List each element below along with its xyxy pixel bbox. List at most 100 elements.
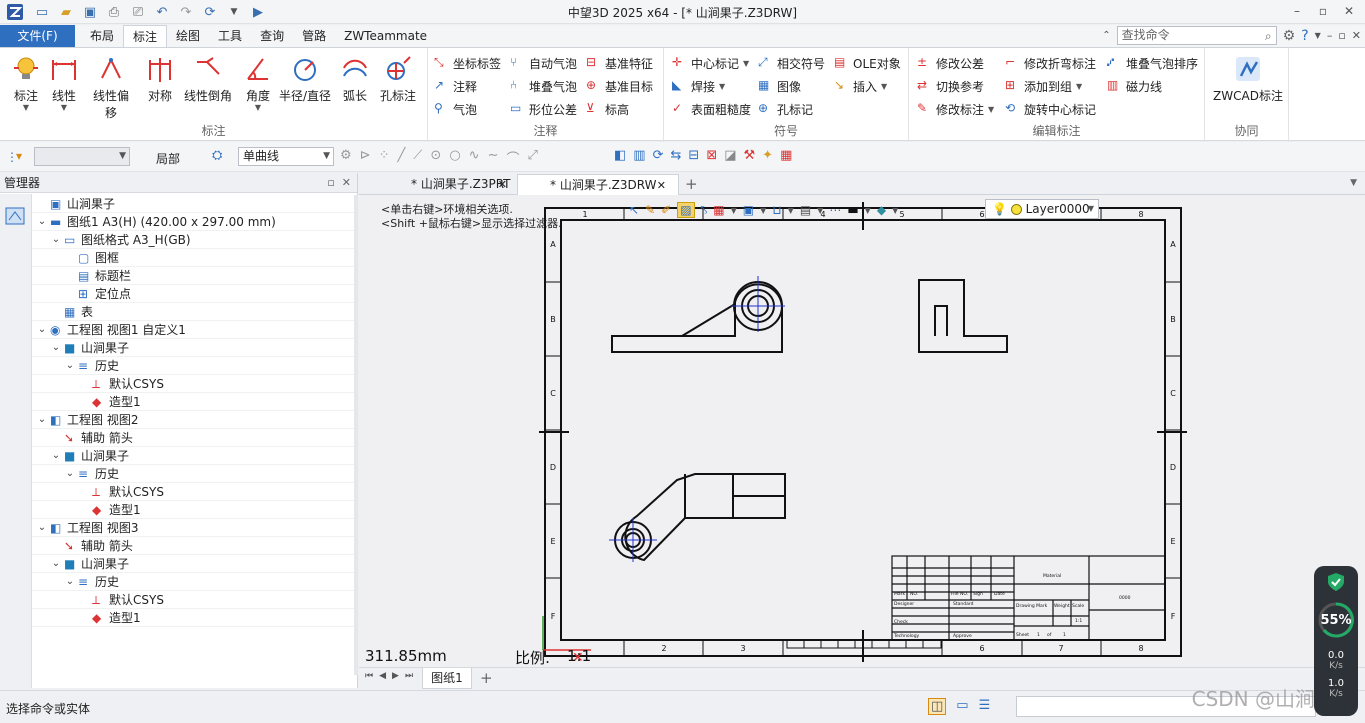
tab-drawing-file[interactable]: * 山涧果子.Z3DRW ✕ — [517, 174, 679, 195]
intersection-symbol-button[interactable]: ⤢ 相交符号 — [758, 53, 825, 73]
snap-curve-icon[interactable]: ∼ — [488, 148, 499, 167]
snap-circle-icon[interactable]: ○ — [449, 148, 460, 167]
image-button[interactable]: ▦ 图像 — [758, 76, 801, 96]
line-weight-icon[interactable]: ▬ — [847, 203, 858, 217]
rotate-center-mark-button[interactable]: ⟲ 旋转中心标记 — [1005, 99, 1096, 119]
tool-dropdown-icon[interactable]: ▼ — [892, 206, 898, 215]
table-tool-icon[interactable]: ▦ — [713, 203, 724, 217]
tree-node[interactable]: ▦ 表 — [32, 303, 356, 321]
modify-tolerance-button[interactable]: ± 修改公差 — [917, 53, 984, 73]
help-dropdown-icon[interactable]: ▼ — [1315, 31, 1321, 40]
tab-draw[interactable]: 绘图 — [167, 25, 209, 47]
dimension-tool-icon[interactable]: ⊔ — [772, 203, 781, 217]
close-icon[interactable]: ✕ — [498, 174, 507, 195]
tool-dropdown-icon[interactable]: ▼ — [760, 206, 766, 215]
tree-node[interactable]: ⌄ ◉ 工程图 视图1 自定义1 — [32, 321, 356, 339]
close-icon[interactable]: ✕ — [657, 175, 666, 196]
view-section-icon[interactable]: ▥ — [633, 148, 645, 163]
tree-node[interactable]: ⟂ 默认CSYS — [32, 375, 356, 393]
linear-button[interactable]: 线性 ▼ — [42, 52, 86, 112]
chevron-down-icon[interactable]: ⌄ — [50, 339, 62, 357]
tree-node[interactable]: ⌄ ≡ 历史 — [32, 573, 356, 591]
layer-combo[interactable]: 💡 Layer0000 ▼ — [985, 199, 1099, 219]
drawing-canvas[interactable]: <单击右键>环境相关选项. <Shift +鼠标右键>显示选择过滤器. 1 4 … — [359, 196, 1365, 666]
tab-file[interactable]: 文件(F) — [0, 25, 75, 47]
solid-style-icon[interactable]: ◆ — [877, 203, 886, 217]
tab-piping[interactable]: 管路 — [293, 25, 335, 47]
modify-jog-button[interactable]: ⌐ 修改折弯标注 — [1005, 53, 1096, 73]
chevron-down-icon[interactable]: ⌄ — [64, 465, 76, 483]
command-search-input[interactable]: 查找命令 ⌕ — [1116, 26, 1277, 45]
edit-tool-icon[interactable]: ⤣ — [701, 203, 708, 218]
panel-close-icon[interactable]: ✕ — [342, 176, 351, 189]
tab-annotate[interactable]: 标注 — [123, 25, 168, 47]
chevron-down-icon[interactable]: ⌄ — [50, 447, 62, 465]
tree-node[interactable]: ⊞ 定位点 — [32, 285, 356, 303]
tab-tools[interactable]: 工具 — [209, 25, 251, 47]
tool-dropdown-icon[interactable]: ▼ — [788, 206, 794, 215]
switch-reference-button[interactable]: ⇄ 切换参考 — [917, 76, 984, 96]
drawing-sheet[interactable]: 1 4 5 6 8 2 3 6 7 8 A B C D E F A B C D … — [359, 196, 1365, 666]
next-sheet-icon[interactable]: ▶ — [392, 671, 399, 681]
chevron-down-icon[interactable]: ⌄ — [36, 213, 48, 231]
layer-stack-icon[interactable]: ▤ — [800, 203, 811, 217]
datum-target-button[interactable]: ⊕ 基准目标 — [586, 76, 653, 96]
zwcad-dimension-button[interactable]: ZWCAD标注 — [1213, 52, 1283, 104]
view-cube-icon[interactable]: ◧ — [614, 148, 626, 163]
tree-node[interactable]: ➘ 辅助 箭头 — [32, 429, 356, 447]
tool-dropdown-icon[interactable]: ▼ — [865, 206, 871, 215]
tree-node[interactable]: ⌄ ≡ 历史 — [32, 465, 356, 483]
cursor-icon[interactable]: ↖ — [629, 203, 639, 217]
close-button[interactable]: ✕ — [1337, 2, 1361, 20]
view-grid-icon[interactable]: ▦ — [780, 148, 792, 163]
view3-top[interactable] — [614, 473, 786, 562]
doc-minimize-icon[interactable]: – — [1327, 29, 1333, 42]
chevron-down-icon[interactable]: ⌄ — [36, 519, 48, 537]
search-icon[interactable]: ⌕ — [1265, 28, 1272, 45]
snap-line-icon[interactable]: ╱ — [397, 148, 405, 167]
chevron-down-icon[interactable]: ⌄ — [50, 555, 62, 573]
pen-icon[interactable]: ✎ — [645, 203, 655, 217]
ole-object-button[interactable]: ▤ OLE对象 — [834, 53, 901, 73]
settings-gear-icon[interactable]: ⚙ — [1283, 28, 1296, 44]
tree-node[interactable]: ➘ 辅助 箭头 — [32, 537, 356, 555]
balloon-sort-button[interactable]: ⑇ 堆叠气泡排序 — [1107, 53, 1198, 73]
tree-node[interactable]: ⌄ ■ 山涧果子 — [32, 339, 356, 357]
tree-node[interactable]: ⌄ ◧ 工程图 视图3 — [32, 519, 356, 537]
radius-diameter-button[interactable]: 半径/直径 — [278, 52, 332, 104]
view-move-icon[interactable]: ⇆ — [671, 148, 682, 163]
hole-mark-button[interactable]: ⊕ 孔标记 — [758, 99, 813, 119]
minimize-button[interactable]: – — [1285, 2, 1309, 20]
add-to-group-button[interactable]: ⊞ 添加到组 ▼ — [1005, 76, 1082, 96]
tree-node[interactable]: ⌄ ▬ 图纸1 A3(H) (420.00 x 297.00 mm) — [32, 213, 356, 231]
tree-node[interactable]: ⌄ ▭ 图纸格式 A3_H(GB) — [32, 231, 356, 249]
weld-button[interactable]: ◣ 焊接 ▼ — [672, 76, 725, 96]
linear-offset-button[interactable]: 线性偏移 — [88, 52, 134, 121]
tool-dropdown-icon[interactable]: ▼ — [817, 206, 823, 215]
snap-wave-icon[interactable]: ∿ — [469, 148, 480, 167]
view-light-icon[interactable]: ✦ — [762, 148, 773, 163]
drawing-manager-icon[interactable] — [4, 204, 28, 228]
tree-node[interactable]: ⌄ ■ 山涧果子 — [32, 447, 356, 465]
pin-icon[interactable]: ▫ — [327, 176, 334, 189]
stacked-balloon-button[interactable]: ⑃ 堆叠气泡 — [510, 76, 577, 96]
datum-feature-button[interactable]: ⊟ 基准特征 — [586, 53, 653, 73]
add-sheet-icon[interactable]: + — [480, 669, 493, 687]
prev-sheet-icon[interactable]: ◀ — [379, 671, 386, 681]
insert-button[interactable]: ↘ 插入 ▼ — [834, 76, 887, 96]
view-rotate-icon[interactable]: ⟳ — [653, 148, 664, 163]
annotation-style-icon[interactable]: ▨ — [677, 202, 695, 218]
balloon-button[interactable]: ⚲ 气泡 — [434, 99, 477, 119]
frame-tool-icon[interactable]: ▣ — [743, 203, 754, 217]
tree-node[interactable]: ◆ 造型1 — [32, 609, 356, 627]
doc-close-icon[interactable]: ✕ — [1352, 29, 1361, 42]
snap-gear-icon[interactable]: ⚙ — [340, 148, 352, 167]
symmetric-button[interactable]: 对称 — [138, 52, 182, 104]
tree-node[interactable]: ⌄ ≡ 历史 — [32, 357, 356, 375]
auto-balloon-button[interactable]: ⑂ 自动气泡 — [510, 53, 577, 73]
coord-label-button[interactable]: ⤡ 坐标标签 — [434, 53, 501, 73]
surface-roughness-button[interactable]: ✓ 表面粗糙度 — [672, 99, 751, 119]
tool-dropdown-icon[interactable]: ▼ — [731, 206, 737, 215]
magnetic-line-button[interactable]: ▥ 磁力线 — [1107, 76, 1162, 96]
snap-center-icon[interactable]: ⊙ — [430, 148, 441, 167]
